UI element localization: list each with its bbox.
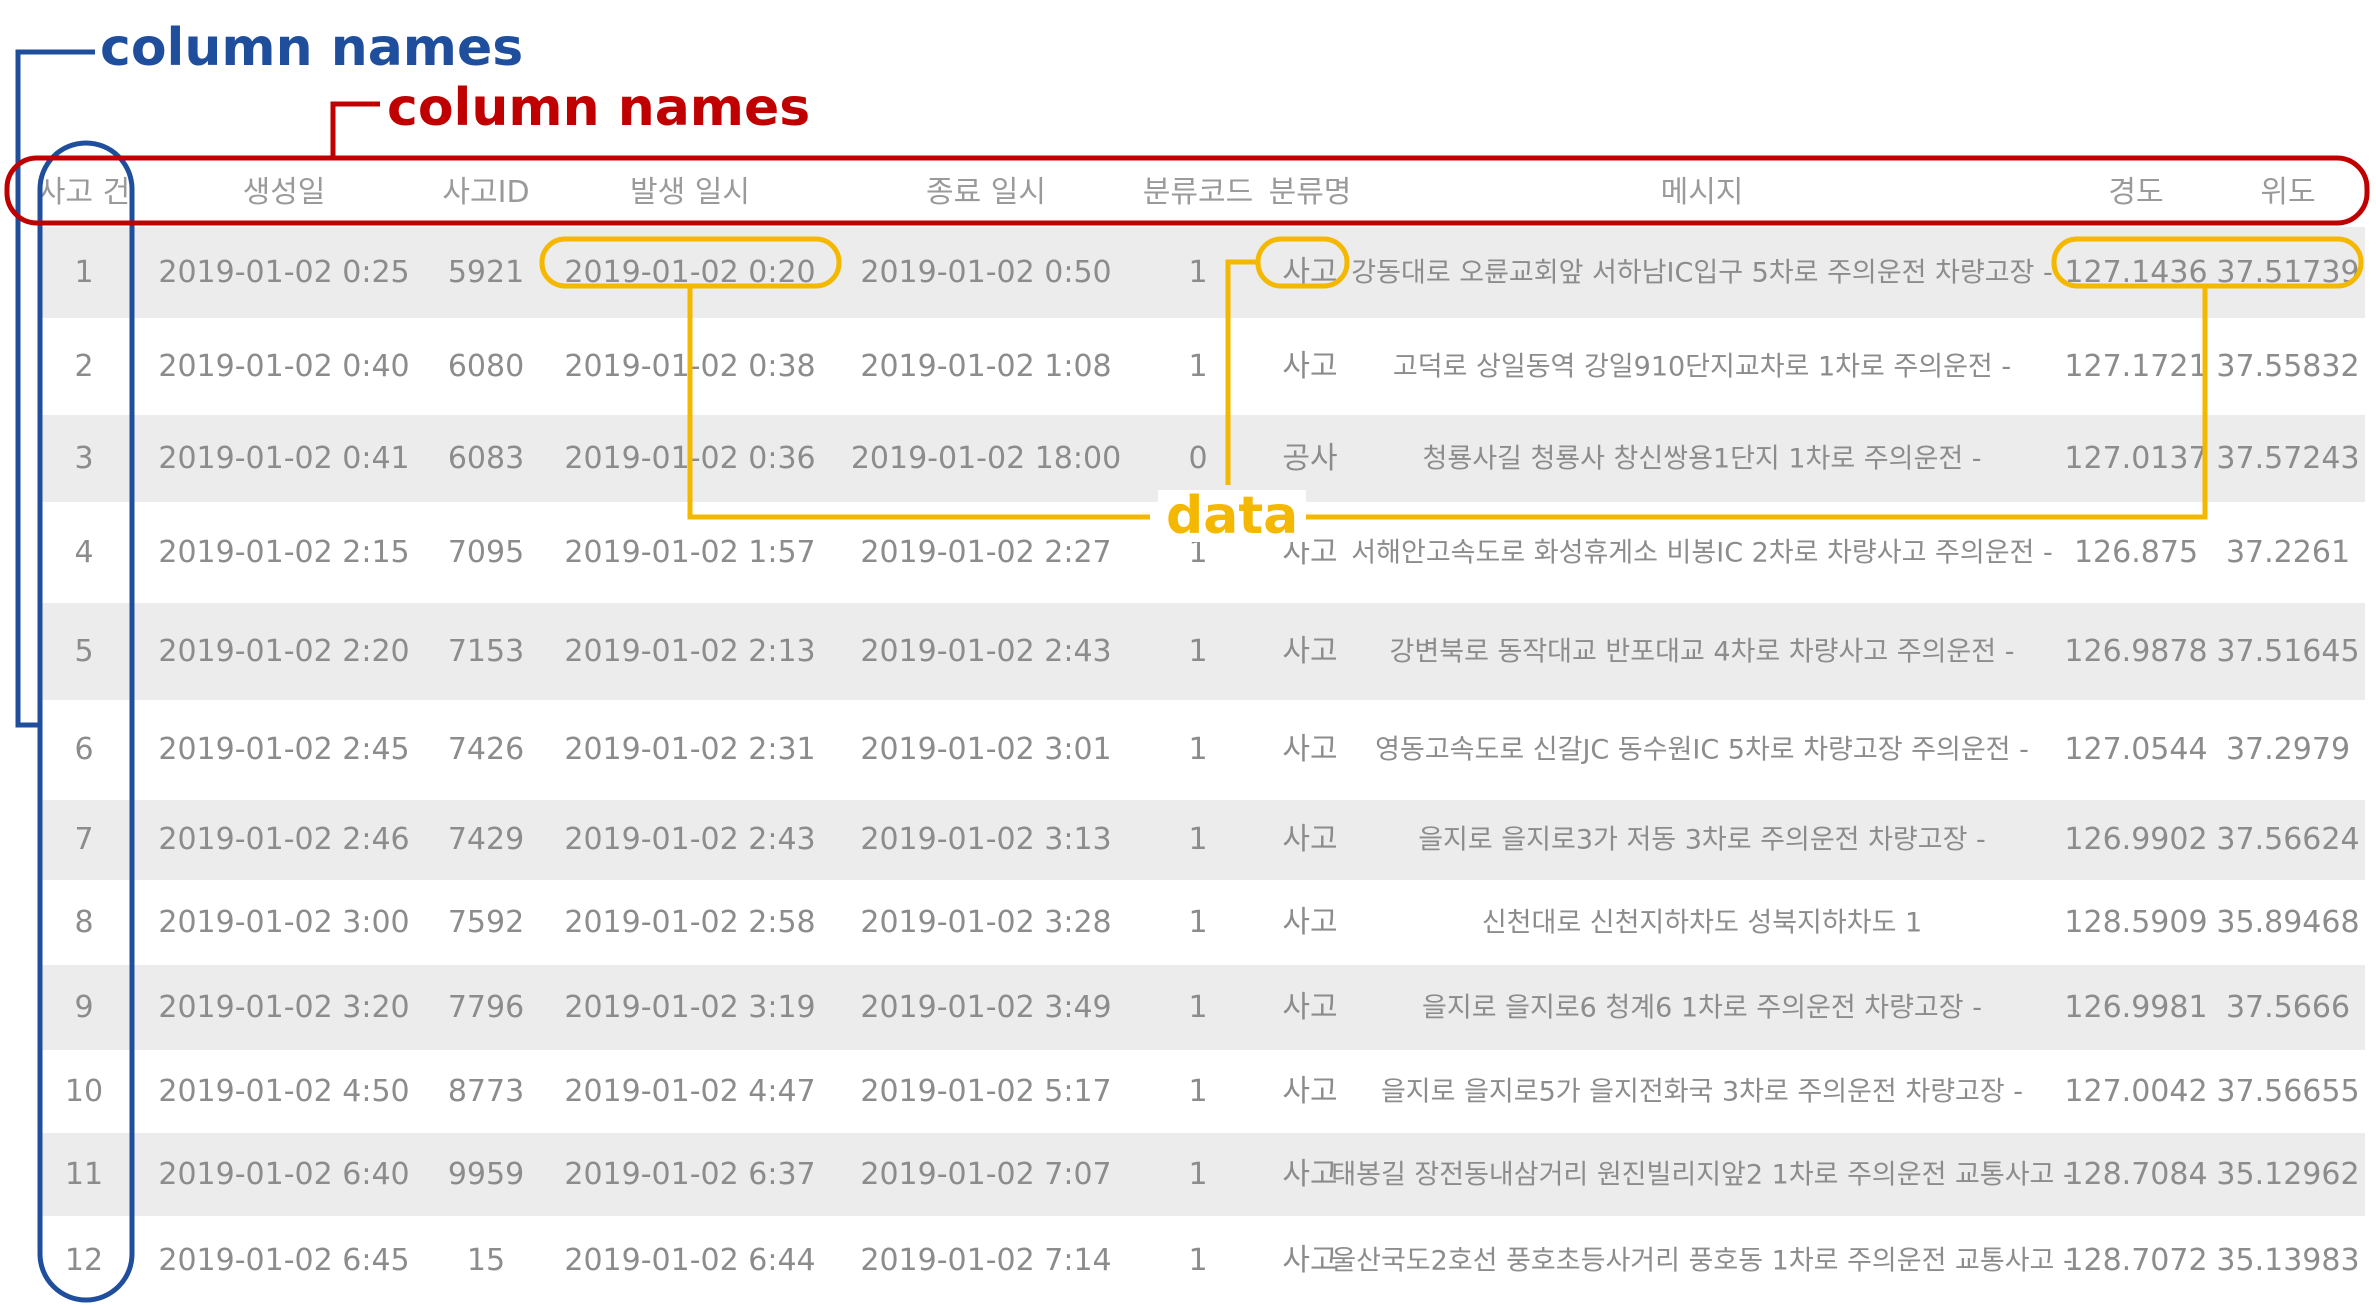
column-names-label-red: column names — [387, 78, 811, 138]
annotation-overlay — [4, 49, 2370, 1303]
red-header-highlight — [4, 155, 2370, 226]
yellow-coordinates-highlight — [2051, 236, 2364, 289]
blue-column-highlight — [37, 140, 135, 1303]
yellow-category-highlight — [1255, 236, 1350, 289]
annotated-table-diagram: 사고 건 생성일 사고ID 발생 일시 종료 일시 분류코드 분류명 메시지 경도 위도 1 201… — [0, 0, 2376, 1305]
data-label: data — [1158, 490, 1307, 542]
column-names-label-blue: column names — [100, 18, 524, 78]
yellow-connector-middle — [1225, 259, 1258, 485]
red-bracket-line — [330, 101, 380, 158]
yellow-datetime-highlight — [539, 236, 842, 289]
yellow-connector-left — [687, 286, 1150, 520]
yellow-connector-right — [1300, 286, 2208, 520]
